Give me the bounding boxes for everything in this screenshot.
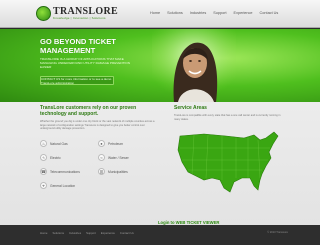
logo[interactable]: TRANSLORE Knowledge | Innovation | Solut…: [36, 6, 118, 22]
service-label: Water / Sewer: [108, 155, 129, 160]
service-label: Electric: [50, 155, 61, 160]
service-label: Natural Gas: [50, 141, 68, 146]
footer-nav-support[interactable]: Support: [86, 231, 96, 235]
service-label: Petroleum: [108, 141, 124, 146]
service-municipalities[interactable]: ▥ Municipalities: [98, 168, 128, 175]
main-nav: Home Solutions Industries Support Experi…: [150, 11, 278, 15]
about-block: TransLore customers rely on our proven t…: [40, 105, 158, 131]
about-text: Whether the ground you dig is under one …: [40, 120, 155, 131]
logo-tagline: Knowledge | Innovation | Solutions: [53, 16, 106, 20]
hero-description: TRANSLORE IS A GROUP OF APPLICATIONS THA…: [40, 57, 131, 69]
phone-icon: ☎: [40, 168, 47, 175]
service-water-sewer[interactable]: ≈ Water / Sewer: [98, 154, 129, 161]
hero-portrait-image: [152, 29, 236, 102]
nav-industries[interactable]: Industries: [190, 11, 206, 15]
service-general-location[interactable]: ⌖ General Location: [40, 182, 75, 189]
service-telecommunications[interactable]: ☎ Telecommunications: [40, 168, 80, 175]
contact-demo-button[interactable]: CONTACT US for more information or to se…: [40, 76, 114, 85]
hero-title: GO BEYOND TICKET MANAGEMENT: [40, 37, 116, 55]
nav-support[interactable]: Support: [213, 11, 226, 15]
flame-icon: ♨: [40, 140, 47, 147]
nav-contact-us[interactable]: Contact Us: [260, 11, 279, 15]
top-header: TRANSLORE Knowledge | Innovation | Solut…: [0, 0, 320, 28]
us-map-shape: [177, 131, 279, 193]
footer-nav: Home Solutions Industries Support Experi…: [40, 231, 134, 235]
service-electric[interactable]: ϟ Electric: [40, 154, 61, 161]
building-icon: ▥: [98, 168, 105, 175]
footer-nav-home[interactable]: Home: [40, 231, 47, 235]
nav-solutions[interactable]: Solutions: [167, 11, 183, 15]
drop-icon: ●: [98, 140, 105, 147]
hero-banner: GO BEYOND TICKET MANAGEMENT TRANSLORE IS…: [0, 29, 320, 102]
nav-experience[interactable]: Experience: [234, 11, 253, 15]
service-label: Telecommunications: [50, 169, 80, 174]
pin-icon: ⌖: [40, 182, 47, 189]
services-list: ♨ Natural Gas ● Petroleum ϟ Electric ≈ W…: [40, 140, 158, 220]
footer-nav-contact-us[interactable]: Contact Us: [120, 231, 134, 235]
service-label: Municipalities: [108, 169, 128, 174]
footer-nav-industries[interactable]: Industries: [69, 231, 81, 235]
water-icon: ≈: [98, 154, 105, 161]
logo-mark-icon: [36, 6, 51, 21]
service-natural-gas[interactable]: ♨ Natural Gas: [40, 140, 68, 147]
service-label: General Location: [50, 183, 76, 188]
bolt-icon: ϟ: [40, 154, 47, 161]
copyright-text: © 2013 TransLore: [267, 231, 288, 234]
nav-home[interactable]: Home: [150, 11, 160, 15]
footer-nav-experience[interactable]: Experience: [101, 231, 115, 235]
about-title: TransLore customers rely on our proven t…: [40, 105, 137, 118]
service-areas-title: Service Areas: [174, 105, 207, 111]
footer-nav-solutions[interactable]: Solutions: [52, 231, 64, 235]
service-petroleum[interactable]: ● Petroleum: [98, 140, 123, 147]
us-map-image: [177, 131, 279, 193]
footer: Home Solutions Industries Support Experi…: [0, 225, 320, 245]
content-section: TransLore customers rely on our proven t…: [0, 102, 320, 225]
